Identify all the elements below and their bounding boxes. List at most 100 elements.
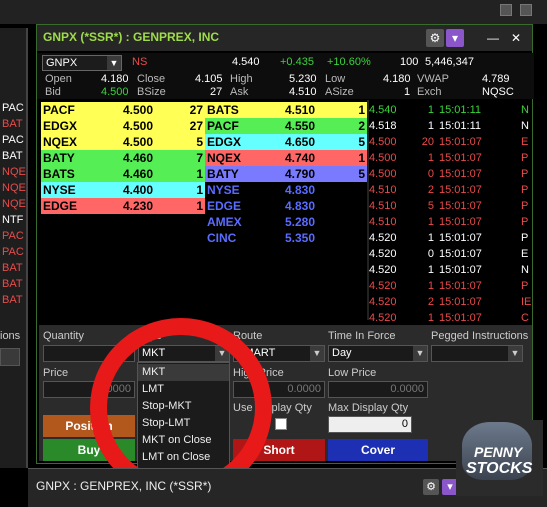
chevron-down-icon[interactable]: ▼: [413, 346, 427, 361]
exchange-code: NQE: [2, 198, 26, 210]
ask-row[interactable]: BATY 4.790 5: [205, 166, 367, 182]
ts-price: 4.540: [369, 104, 397, 116]
ts-price: 4.520: [369, 248, 397, 260]
ask-row[interactable]: EDGX 4.650 5: [205, 134, 367, 150]
high-label: High: [230, 73, 253, 85]
ts-exch: P: [521, 152, 529, 164]
bottom-window-title: GNPX : GENPREX, INC (*SSR*): [36, 479, 212, 493]
ts-size: 0: [427, 168, 434, 180]
tif-label: Time In Force: [328, 330, 396, 342]
ts-exch: E: [521, 136, 529, 148]
ts-size: 0: [427, 248, 434, 260]
max-display-qty-input[interactable]: 0: [328, 416, 412, 433]
left-stepper[interactable]: [0, 348, 20, 366]
ts-row: 4.510 5 15:01:07 P: [369, 198, 534, 214]
bid-size: 1: [196, 167, 203, 181]
left-partial-window: PAC BAT PAC BAT NQE NQE NQE NTF PAC PAC BAT BAT BAT …: [0, 28, 28, 468]
close-icon[interactable]: [520, 4, 532, 16]
exchange-code: NQE: [2, 166, 26, 178]
bid-mm: EDGX: [43, 119, 78, 133]
volume: 5,446,347: [425, 56, 474, 68]
price-label: Price: [43, 367, 69, 379]
ts-price: 4.520: [369, 232, 397, 244]
low-value: 4.180: [383, 73, 411, 85]
title-bar[interactable]: GNPX (*SSR*) : GENPREX, INC ⚙ ▾ — ✕: [37, 25, 532, 51]
ts-time: 15:01:07: [439, 296, 482, 308]
bid-label: Bid: [45, 86, 61, 98]
gear-icon[interactable]: ⚙: [426, 29, 444, 47]
bid-row[interactable]: EDGX 4.500 27: [41, 118, 205, 134]
ts-time: 15:01:11: [439, 104, 482, 116]
ts-time: 15:01:07: [439, 168, 482, 180]
bid-mm: BATS: [43, 167, 75, 181]
bid-row[interactable]: EDGE 4.230 1: [41, 198, 205, 214]
ts-size: 1: [427, 104, 434, 116]
gear-icon[interactable]: ⚙: [423, 479, 439, 495]
ts-exch: N: [521, 120, 529, 132]
ts-size: 2: [427, 296, 434, 308]
high-price-value: 0.0000: [287, 383, 321, 395]
bid-price: 4.460: [123, 151, 154, 165]
ask-row[interactable]: BATS 4.510 1: [205, 102, 367, 118]
chevron-down-icon[interactable]: ▼: [107, 56, 121, 70]
exchange-code: BAT: [2, 118, 23, 130]
ts-price: 4.500: [369, 168, 397, 180]
ts-size: 20: [421, 136, 434, 148]
ask-row[interactable]: EDGE 4.830: [205, 198, 367, 214]
exchange-code: PAC: [2, 230, 24, 242]
bid-size: 27: [189, 119, 203, 133]
ask-row[interactable]: CINC 5.350: [205, 230, 367, 246]
ts-exch: P: [521, 200, 529, 212]
ts-time: 15:01:07: [439, 136, 482, 148]
chevron-down-icon[interactable]: ▼: [310, 346, 324, 361]
ask-price: 4.550: [285, 119, 316, 133]
exchange-code: BAT: [2, 150, 23, 162]
close-value: 4.105: [195, 73, 223, 85]
ts-row: 4.500 0 15:01:07 P: [369, 166, 534, 182]
ask-row[interactable]: NQEX 4.740 1: [205, 150, 367, 166]
ts-exch: N: [521, 264, 529, 276]
ask-size: 5: [358, 167, 365, 181]
bid-row[interactable]: NYSE 4.400 1: [41, 182, 205, 198]
ask-row[interactable]: NYSE 4.830: [205, 182, 367, 198]
ts-exch: P: [521, 232, 529, 244]
ask-row[interactable]: AMEX 5.280: [205, 214, 367, 230]
menu-dropdown-icon[interactable]: ▾: [446, 29, 464, 47]
bid-size: 27: [189, 103, 203, 117]
ts-row: 4.520 1 15:01:07 C: [369, 310, 534, 326]
bid-row[interactable]: NQEX 4.500 5: [41, 134, 205, 150]
bid-row[interactable]: PACF 4.500 27: [41, 102, 205, 118]
close-icon[interactable]: ✕: [507, 29, 525, 47]
percent-change: +10.60%: [327, 56, 371, 68]
minimize-icon[interactable]: [500, 4, 512, 16]
bid-mm: NQEX: [43, 135, 78, 149]
low-price-label: Low Price: [328, 367, 377, 379]
open-label: Open: [45, 73, 72, 85]
cover-button[interactable]: Cover: [328, 439, 428, 461]
ts-exch: P: [521, 184, 529, 196]
bid-row[interactable]: BATY 4.460 7: [41, 150, 205, 166]
ask-value: 4.510: [289, 86, 317, 98]
ts-price: 4.500: [369, 152, 397, 164]
ts-row: 4.518 1 15:01:11 N: [369, 118, 534, 134]
tif-select[interactable]: Day ▼: [328, 345, 428, 362]
ts-time: 15:01:07: [439, 232, 482, 244]
exchange-code: BAT: [2, 262, 23, 274]
asize-value: 1: [404, 86, 411, 98]
ask-row[interactable]: PACF 4.550 2: [205, 118, 367, 134]
ts-size: 2: [427, 184, 434, 196]
ts-exch: C: [521, 312, 529, 324]
bid-mm: NYSE: [43, 183, 76, 197]
close-label: Close: [137, 73, 166, 85]
ts-size: 1: [427, 232, 434, 244]
low-price-input[interactable]: 0.0000: [328, 381, 428, 398]
bid-row[interactable]: BATS 4.460 1: [41, 166, 205, 182]
minimize-icon[interactable]: —: [484, 29, 502, 47]
pegged-select[interactable]: ▼: [431, 345, 523, 362]
chevron-down-icon[interactable]: ▼: [508, 346, 522, 361]
ask-price: 5.350: [285, 231, 316, 245]
asize-label: ASize: [325, 86, 354, 98]
max-display-qty-label: Max Display Qty: [328, 402, 409, 414]
use-display-qty-checkbox[interactable]: [275, 418, 287, 430]
symbol-input[interactable]: GNPX ▼: [42, 55, 122, 71]
